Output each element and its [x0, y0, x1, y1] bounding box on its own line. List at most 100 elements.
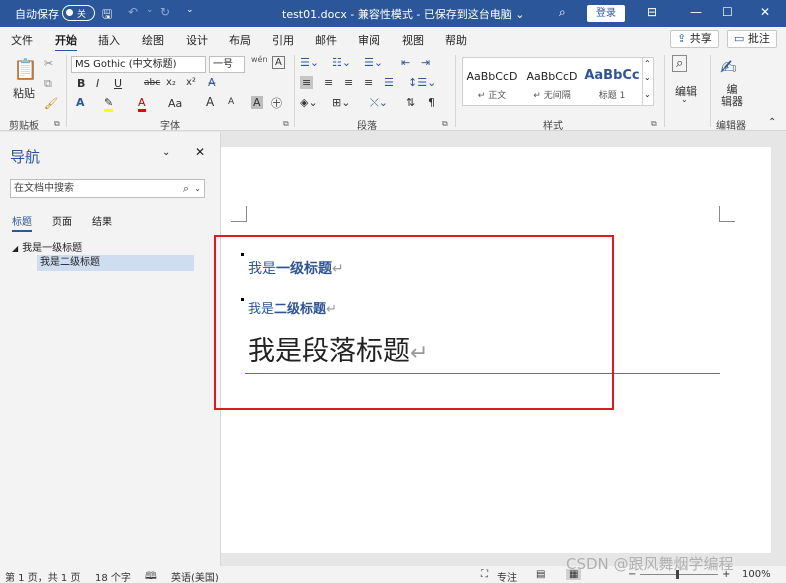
- document-title[interactable]: test01.docx - 兼容性模式 - 已保存到这台电脑 ⌄: [282, 6, 525, 22]
- comment-button[interactable]: ▭ 批注: [727, 30, 777, 48]
- bullets-icon[interactable]: ☰⌄: [300, 56, 319, 69]
- shrink-font-button[interactable]: A: [228, 97, 234, 107]
- clear-format-icon[interactable]: A̶: [208, 76, 216, 89]
- change-case-button[interactable]: Aa: [168, 97, 182, 110]
- undo-dropdown-icon[interactable]: ⌄: [146, 5, 154, 15]
- zoom-level[interactable]: 100%: [742, 569, 771, 580]
- style-no-spacing[interactable]: AaBbCcD ↵ 无间隔: [523, 58, 581, 101]
- multilevel-list-icon[interactable]: ☰⌄: [364, 56, 383, 69]
- highlight-icon[interactable]: ✎: [104, 96, 114, 112]
- tab-view[interactable]: 视图: [402, 32, 424, 48]
- tab-design[interactable]: 设计: [186, 32, 208, 48]
- undo-icon[interactable]: ↶: [128, 5, 138, 19]
- focus-icon[interactable]: ⛶: [481, 569, 488, 580]
- proofing-icon[interactable]: 🕮: [145, 569, 157, 583]
- char-shading-button[interactable]: A: [251, 96, 263, 109]
- align-center-icon[interactable]: ≡: [324, 76, 333, 89]
- ribbon-display-icon[interactable]: ⊟: [647, 5, 657, 19]
- editing-dropdown-icon[interactable]: ⌄: [681, 95, 688, 104]
- format-painter-icon[interactable]: 🖌: [44, 97, 58, 110]
- tab-references[interactable]: 引用: [272, 32, 294, 48]
- cut-icon[interactable]: ✂: [44, 57, 53, 70]
- nav-tree-item-level2[interactable]: 我是二级标题: [37, 255, 194, 271]
- font-name-combo[interactable]: MS Gothic (中文标题): [71, 56, 206, 73]
- align-right-icon[interactable]: ≡: [344, 76, 353, 89]
- save-icon[interactable]: 🖫: [102, 5, 112, 26]
- nav-options-icon[interactable]: ⌄: [162, 147, 170, 158]
- underline-button[interactable]: U: [114, 77, 122, 90]
- tab-mailings[interactable]: 邮件: [315, 32, 337, 48]
- editor-button[interactable]: 编 辑器: [721, 84, 743, 108]
- language-label[interactable]: 英语(美国): [171, 569, 219, 583]
- styles-scroll[interactable]: ⌃ ⌄ ⌄: [642, 58, 653, 105]
- search-icon[interactable]: ⌕: [559, 5, 566, 20]
- chevron-down-icon[interactable]: ⌄: [644, 73, 651, 82]
- bold-button[interactable]: B: [77, 77, 85, 90]
- search-dropdown-icon[interactable]: ⌄: [194, 180, 201, 197]
- text-effects-icon[interactable]: A: [76, 96, 85, 109]
- minimize-icon[interactable]: —: [690, 5, 702, 19]
- line-spacing-icon[interactable]: ↕☰⌄: [408, 76, 436, 89]
- copy-icon[interactable]: ⧉: [44, 77, 52, 91]
- grow-font-button[interactable]: A: [206, 95, 214, 109]
- vertical-scrollbar[interactable]: [771, 147, 786, 553]
- login-button[interactable]: 登录: [587, 5, 625, 22]
- paste-label[interactable]: 粘贴: [13, 85, 35, 101]
- justify-icon[interactable]: ≡: [364, 76, 373, 89]
- italic-button[interactable]: I: [96, 77, 99, 90]
- style-heading-1[interactable]: AaBbCc 标题 1: [583, 58, 641, 101]
- paste-icon[interactable]: 📋: [13, 57, 38, 81]
- superscript-button[interactable]: x²: [186, 77, 196, 88]
- chinese-layout-icon[interactable]: ⤬⌄: [370, 96, 388, 110]
- styles-launcher-icon[interactable]: ⧉: [651, 119, 657, 129]
- more-styles-icon[interactable]: ⌄: [644, 90, 651, 99]
- tab-help[interactable]: 帮助: [445, 32, 467, 48]
- font-color-icon[interactable]: A: [138, 96, 146, 112]
- nav-close-icon[interactable]: ✕: [195, 145, 205, 159]
- search-icon[interactable]: ⌕: [183, 180, 189, 197]
- phonetic-guide-icon[interactable]: wén: [251, 55, 268, 64]
- autosave-toggle[interactable]: 关: [62, 5, 95, 21]
- sort-icon[interactable]: ⇅: [406, 96, 415, 109]
- nav-tab-pages[interactable]: 页面: [52, 213, 72, 228]
- find-icon[interactable]: ⌕: [672, 55, 688, 72]
- font-size-combo[interactable]: 一号: [209, 56, 245, 73]
- enclose-char-icon[interactable]: ㊉: [271, 95, 282, 111]
- subscript-button[interactable]: x₂: [166, 77, 176, 88]
- tab-home[interactable]: 开始: [55, 32, 77, 53]
- page-count[interactable]: 第 1 页，共 1 页: [5, 569, 80, 583]
- zoom-slider[interactable]: [640, 574, 718, 575]
- nav-tab-results[interactable]: 结果: [92, 213, 112, 228]
- font-launcher-icon[interactable]: ⧉: [283, 119, 289, 129]
- focus-label[interactable]: 专注: [497, 569, 517, 583]
- close-icon[interactable]: ✕: [760, 5, 770, 19]
- clipboard-launcher-icon[interactable]: ⧉: [54, 119, 60, 129]
- style-normal[interactable]: AaBbCcD ↵ 正文: [463, 58, 521, 101]
- collapse-ribbon-icon[interactable]: ⌃: [768, 117, 776, 128]
- strikethrough-button[interactable]: abc: [144, 78, 160, 88]
- borders-icon[interactable]: ⊞⌄: [332, 96, 350, 109]
- tab-review[interactable]: 审阅: [358, 32, 380, 48]
- customize-toolbar-icon[interactable]: ⌄: [186, 5, 194, 15]
- tab-insert[interactable]: 插入: [98, 32, 120, 48]
- nav-tree-item-level1[interactable]: ◢ 我是一级标题: [12, 239, 82, 254]
- tab-file[interactable]: 文件: [11, 32, 33, 48]
- word-count[interactable]: 18 个字: [95, 569, 131, 583]
- maximize-icon[interactable]: ☐: [722, 5, 733, 19]
- chevron-up-icon[interactable]: ⌃: [644, 59, 651, 68]
- paragraph-launcher-icon[interactable]: ⧉: [442, 119, 448, 129]
- collapse-triangle-icon[interactable]: ◢: [12, 244, 18, 253]
- share-button[interactable]: ⇪ 共享: [670, 30, 719, 48]
- decrease-indent-icon[interactable]: ⇤: [401, 56, 410, 69]
- char-border-icon[interactable]: A: [272, 56, 285, 69]
- show-marks-icon[interactable]: ¶: [428, 96, 435, 109]
- nav-search-input[interactable]: 在文档中搜索 ⌕ ⌄: [10, 179, 205, 198]
- editor-icon[interactable]: ✍: [720, 55, 737, 79]
- nav-tab-headings[interactable]: 标题: [12, 213, 32, 232]
- align-left-icon[interactable]: ≡: [300, 76, 314, 89]
- tab-layout[interactable]: 布局: [229, 32, 251, 48]
- shading-icon[interactable]: ◈⌄: [300, 96, 318, 109]
- tab-draw[interactable]: 绘图: [142, 32, 164, 48]
- read-mode-icon[interactable]: ▤: [536, 569, 545, 580]
- redo-icon[interactable]: ↻: [160, 5, 170, 19]
